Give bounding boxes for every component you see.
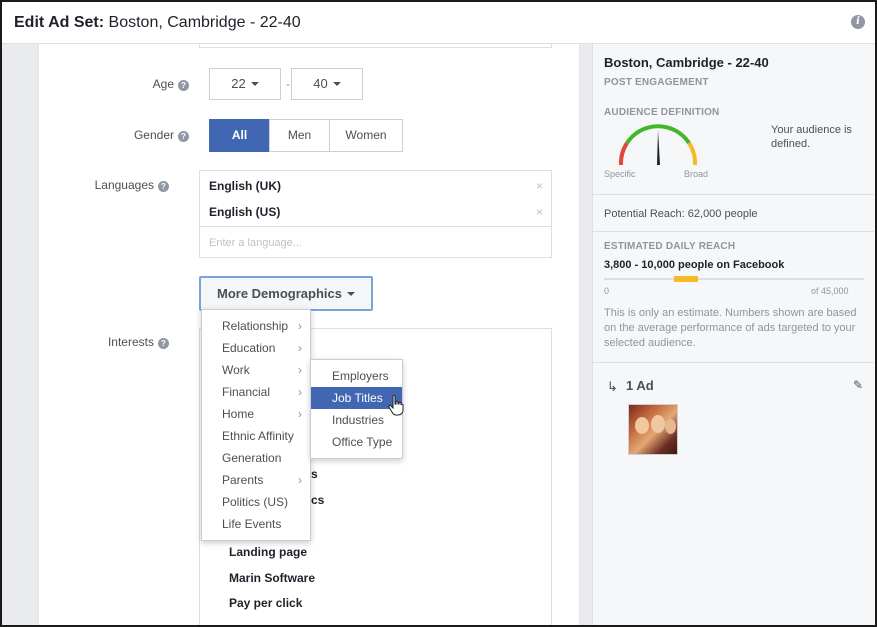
app-frame: Edit Ad Set: Boston, Cambridge - 22-40 i… [0,0,877,627]
estimate-note: This is only an estimate. Numbers shown … [604,307,857,349]
language-token: English (US) × [200,199,551,225]
potential-reach: Potential Reach: 62,000 people [604,208,758,220]
hand-cursor-icon [388,395,404,416]
help-icon[interactable]: ? [178,131,189,142]
reach-scale-min: 0 [604,286,610,296]
languages-label: Languages? [49,178,169,192]
language-token: English (UK) × [200,173,551,199]
dialog-title: Edit Ad Set: Boston, Cambridge - 22-40 [14,14,301,32]
ad-thumbnail[interactable] [628,404,678,455]
gender-men-button[interactable]: Men [269,119,330,152]
audience-gauge-icon [618,124,698,166]
age-min-select[interactable]: 22 [209,68,281,100]
languages-field[interactable]: English (UK) × English (US) × Enter a la… [199,170,552,258]
remove-icon[interactable]: × [536,173,543,199]
daily-reach-value: 3,800 - 10,000 people on Facebook [604,259,785,271]
menu-item-financial[interactable]: Financial › [202,381,310,403]
gender-all-button[interactable]: All [209,119,270,152]
caret-down-icon [346,292,355,296]
interest-item[interactable]: Landing page [229,545,307,559]
audience-status: Your audience is defined. [771,124,852,150]
submenu-item-employers[interactable]: Employers [311,365,402,387]
menu-item-parents[interactable]: Parents › [202,469,310,491]
chevron-right-icon: › [298,473,302,487]
menu-item-ethnic-affinity[interactable]: Ethnic Affinity [202,425,310,447]
audience-definition-caption: AUDIENCE DEFINITION [604,107,720,118]
menu-item-life-events[interactable]: Life Events [202,513,310,535]
help-icon[interactable]: ? [178,80,189,91]
gender-women-button[interactable]: Women [329,119,403,152]
divider [593,362,874,363]
reach-scale-max: of 45,000 [811,286,849,296]
location-box-edge [199,44,552,48]
interest-item[interactable]: Pay per click [229,596,302,610]
info-icon[interactable]: i [851,15,865,29]
age-label: Age? [69,77,189,91]
chevron-right-icon: › [298,319,302,333]
gauge-high-label: Broad [684,169,709,179]
more-demographics-button[interactable]: More Demographics [199,276,373,311]
menu-item-home[interactable]: Home › [202,403,310,425]
gender-label: Gender? [69,128,189,142]
menu-item-politics[interactable]: Politics (US) [202,491,310,513]
reach-scale-bar [604,278,864,280]
interest-item[interactable]: Marin Software [229,571,315,585]
age-separator: - [286,77,290,91]
audience-summary-panel: Boston, Cambridge - 22-40 POST ENGAGEMEN… [592,44,875,625]
title-value: Boston, Cambridge - 22-40 [108,14,301,31]
help-icon[interactable]: ? [158,181,169,192]
demographics-menu: Relationship › Education › Work › Financial… [201,309,311,541]
divider [593,194,874,195]
interest-item[interactable]: s [311,467,318,481]
chevron-right-icon: › [298,341,302,355]
menu-item-generation[interactable]: Generation [202,447,310,469]
help-icon[interactable]: ? [158,338,169,349]
dialog-header: Edit Ad Set: Boston, Cambridge - 22-40 i [2,2,875,44]
age-max-select[interactable]: 40 [291,68,363,100]
menu-item-relationship[interactable]: Relationship › [202,315,310,337]
ads-count[interactable]: 1 Ad [626,378,654,393]
menu-item-work[interactable]: Work › [202,359,310,381]
interests-label: Interests? [49,335,169,349]
chevron-right-icon: › [298,385,302,399]
title-prefix: Edit Ad Set: [14,14,105,31]
objective-label: POST ENGAGEMENT [604,77,709,88]
interest-item[interactable]: cs [311,493,324,507]
reply-arrow-icon: ↳ [607,379,618,394]
chevron-right-icon: › [298,407,302,421]
reach-scale-fill [674,276,698,282]
chevron-right-icon: › [298,363,302,377]
menu-item-education[interactable]: Education › [202,337,310,359]
caret-down-icon [332,82,341,86]
adset-name: Boston, Cambridge - 22-40 [604,55,769,70]
remove-icon[interactable]: × [536,199,543,225]
submenu-item-office-type[interactable]: Office Type [311,431,402,453]
language-input[interactable]: Enter a language... [200,226,551,258]
caret-down-icon [250,82,259,86]
divider [593,231,874,232]
gauge-low-label: Specific [604,169,636,179]
pencil-icon[interactable]: ✎ [853,378,863,392]
daily-reach-caption: ESTIMATED DAILY REACH [604,241,736,252]
